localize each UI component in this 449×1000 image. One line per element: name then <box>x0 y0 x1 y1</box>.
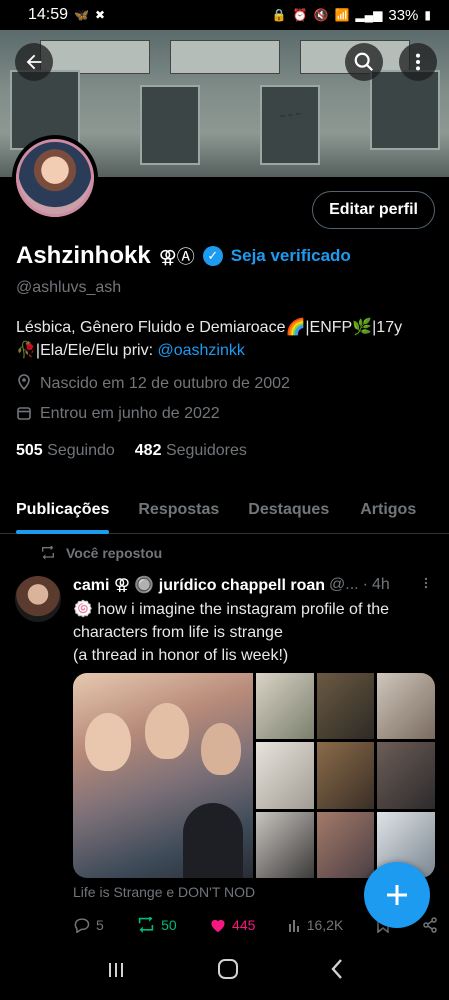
followers-link[interactable]: 482 Seguidores <box>135 442 247 460</box>
profile-tabs: Publicações Respostas Destaques Artigos <box>0 486 449 534</box>
reply-button[interactable]: 5 <box>73 917 104 933</box>
views-button[interactable]: 16,2K <box>288 917 344 933</box>
profile-handle: @ashluvs_ash <box>16 279 122 296</box>
views-chart-icon <box>288 920 299 932</box>
share-icon <box>423 917 437 933</box>
repost-label: Você repostou <box>66 545 163 561</box>
get-verified-link[interactable]: Seja verificado <box>231 246 351 266</box>
repost-count: 50 <box>161 917 177 933</box>
verified-badge-icon[interactable]: ✓ <box>202 246 223 266</box>
post-author-avatar[interactable] <box>15 576 61 622</box>
repost-button[interactable]: 50 <box>136 917 177 933</box>
x-logo-icon: ✖ <box>95 8 106 22</box>
profile-bio: Lésbica, Gênero Fluido e Demiaroace🌈|ENF… <box>16 316 436 362</box>
search-button[interactable] <box>345 43 383 81</box>
butterfly-icon: 🦋 <box>74 8 89 22</box>
post-author-handle: @... <box>329 576 359 593</box>
repost-icon <box>42 546 54 560</box>
like-button[interactable]: 445 <box>209 917 255 933</box>
profile-name: Ashzinhokk <box>16 242 151 269</box>
bio-mention-link[interactable]: @oashzinkk <box>157 342 244 359</box>
signal-icon: ▂▄▆ <box>355 8 383 22</box>
tab-respostas[interactable]: Respostas <box>138 501 219 519</box>
share-button[interactable] <box>422 917 438 933</box>
back-icon[interactable] <box>330 958 344 987</box>
repost-icon <box>138 917 154 933</box>
home-icon[interactable] <box>217 958 239 987</box>
post-header: cami ⚢ 🔘 jurídico chappell roan @... · 4… <box>73 575 433 595</box>
tab-destaques[interactable]: Destaques <box>248 501 329 519</box>
followers-count: 482 <box>134 442 162 459</box>
wifi-icon: 📶 <box>334 8 350 22</box>
bio-line-2: 🥀|Ela/Ele/Elu priv: <box>16 342 158 359</box>
recents-icon[interactable] <box>106 959 126 987</box>
tab-publicacoes[interactable]: Publicações <box>16 501 110 534</box>
tab-artigos[interactable]: Artigos <box>360 501 416 519</box>
battery-level: 33% <box>388 6 419 24</box>
alarm-icon: ⏰ <box>292 8 308 22</box>
plus-icon <box>387 885 407 905</box>
follow-stats: 505 Seguindo 482 Seguidores <box>16 442 247 460</box>
status-bar: 14:59 🦋 ✖ 🔒 ⏰ 🔇 📶 ▂▄▆ 33% ▮ <box>0 0 449 30</box>
profile-avatar[interactable] <box>12 135 98 221</box>
mute-icon: 🔇 <box>313 8 329 22</box>
post-text: 🍥 how i imagine the instagram profile of… <box>73 598 433 667</box>
post-time: 4h <box>371 576 390 593</box>
calendar-icon <box>16 406 32 423</box>
edit-profile-button[interactable]: Editar perfil <box>312 191 435 229</box>
post-media-caption: Life is Strange e DON'T NOD <box>73 884 256 900</box>
search-icon <box>354 52 374 72</box>
post-text-line-3: (a thread in honor of lis week!) <box>73 647 289 664</box>
following-count: 505 <box>16 442 43 459</box>
post-more-icon[interactable] <box>419 576 433 595</box>
status-time: 14:59 <box>28 6 69 23</box>
post-media-illustration[interactable] <box>73 673 253 878</box>
post-text-line-2: characters from life is strange <box>73 624 283 641</box>
bio-line-1: Lésbica, Gênero Fluido e Demiaroace🌈|ENF… <box>16 319 403 336</box>
post-media-collage[interactable] <box>256 673 435 878</box>
birth-date-text: Nascido em 12 de outubro de 2002 <box>40 374 290 392</box>
system-nav-bar <box>0 945 449 1000</box>
following-link[interactable]: 505 Seguindo <box>16 442 115 460</box>
joined-date-text: Entrou em junho de 2022 <box>40 405 220 422</box>
reply-count: 5 <box>96 917 104 933</box>
like-count: 445 <box>232 917 256 933</box>
compose-post-button[interactable] <box>364 862 430 928</box>
joined-date-row: Entrou em junho de 2022 <box>16 405 220 423</box>
profile-name-row: Ashzinhokk ⚢Ⓐ ✓ Seja verificado <box>16 242 351 270</box>
views-count: 16,2K <box>306 917 344 933</box>
back-arrow-icon <box>26 54 42 70</box>
post-media[interactable] <box>73 673 435 878</box>
more-button[interactable] <box>399 43 437 81</box>
back-button[interactable] <box>15 43 53 81</box>
more-vertical-icon <box>415 53 421 71</box>
followers-label: Seguidores <box>165 442 247 459</box>
repost-indicator: Você repostou <box>40 545 162 561</box>
post-author-name[interactable]: cami ⚢ 🔘 jurídico chappell roan <box>73 575 325 595</box>
profile-name-symbols: ⚢Ⓐ <box>158 247 195 267</box>
birth-date-row: Nascido em 12 de outubro de 2002 <box>16 374 290 393</box>
post-text-line-1: 🍥 how i imagine the instagram profile of… <box>73 601 390 618</box>
heart-icon <box>211 919 225 933</box>
battery-icon: ▮ <box>424 8 431 22</box>
location-pin-icon <box>16 374 32 393</box>
following-label: Seguindo <box>47 442 115 459</box>
reply-icon <box>74 918 90 933</box>
lock-icon: 🔒 <box>271 8 287 22</box>
